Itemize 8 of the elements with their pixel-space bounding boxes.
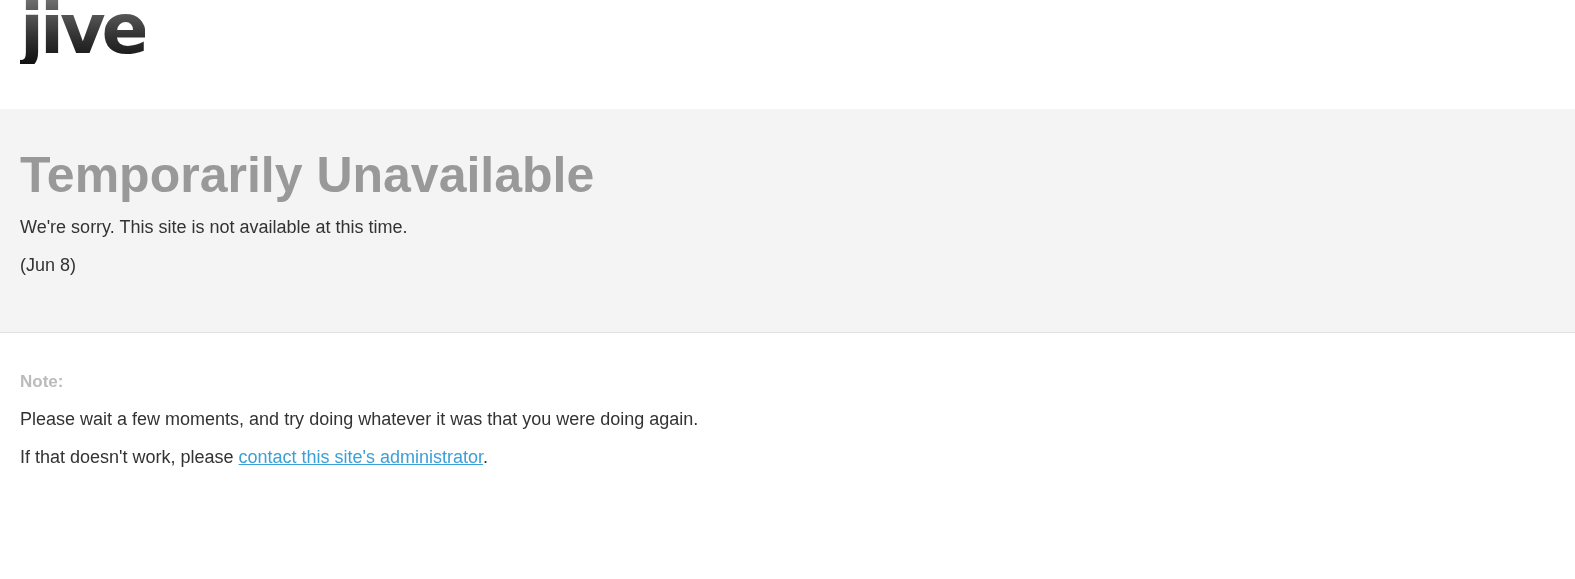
message-text: We're sorry. This site is not available at this time.	[20, 217, 409, 238]
contact-link[interactable]: contact this site's administrator	[238, 447, 484, 467]
page-title: Temporarily Unavailable	[20, 147, 596, 203]
advice-text: Please wait a few moments, and try doing whatever it was that you were doing again.	[20, 409, 700, 430]
jive-logo: jive	[20, 0, 146, 64]
note-label: Note:	[20, 371, 65, 392]
fallback-text: If that doesn't work, please contact this site's administrator.	[20, 447, 490, 468]
date-text: (Jun 8)	[20, 255, 78, 276]
